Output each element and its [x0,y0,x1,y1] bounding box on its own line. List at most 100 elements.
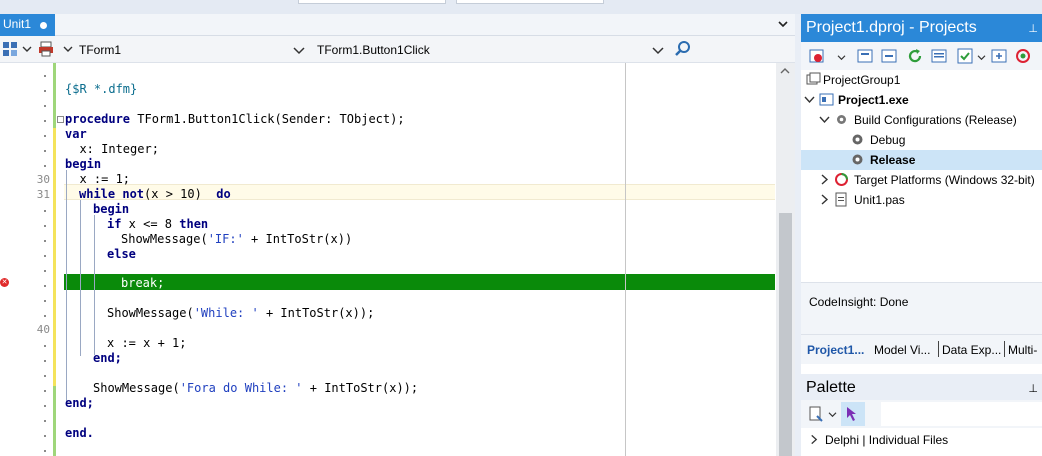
chevron-down-icon[interactable] [63,45,73,53]
code-text: (x > 10) [144,187,217,201]
gutter-dot [44,75,46,77]
class-selector-combo[interactable]: TForm1 [76,39,309,60]
chevron-down-icon[interactable] [22,45,32,53]
gutter-dot [44,450,46,452]
chevron-right-icon[interactable] [819,174,830,185]
add-icon[interactable] [857,48,873,64]
gutter-dot [44,105,46,107]
chevron-down-icon[interactable] [977,54,986,61]
gear-icon [852,154,863,165]
code-area[interactable]: 30 31 40 ✕ {$R *.dfm} procedure TForm1.B… [0,63,795,456]
tab-data-explorer[interactable]: Data Exp... [942,343,1002,357]
method-selector-value: TForm1.Button1Click [317,43,430,57]
chevron-down-icon[interactable] [828,411,837,418]
tab-list-chevron-icon[interactable] [777,18,789,30]
fold-toggle-icon[interactable] [57,116,64,123]
tree-item-unit1-pas[interactable]: Unit1.pas [801,190,1042,210]
tree-item-label: Unit1.pas [854,193,905,207]
gutter-dot [44,165,46,167]
code-line-showmessage: ShowMessage('While: ' + IntToStr(x)); [107,306,374,320]
right-margin-line [625,63,626,456]
tab-model-view[interactable]: Model Vi... [874,343,936,357]
chevron-down-icon[interactable] [292,43,306,57]
editor-tab-bar: Unit1 [0,14,795,36]
code-text: ShowMessage( [121,232,208,246]
pointer-tool-button[interactable] [841,402,865,426]
keyword: do [216,187,231,201]
tree-item-project-exe[interactable]: Project1.exe [801,90,1042,110]
code-text: ShowMessage( [93,381,180,395]
tab-project[interactable]: Project1... [807,343,871,357]
gutter-dot [44,390,46,392]
tree-item-projectgroup[interactable]: ProjectGroup1 [801,70,1042,90]
projects-title-bar: Project1.dproj - Projects ⊥ [801,14,1042,42]
code-text: + IntToStr(x)); [258,306,375,320]
expand-icon[interactable] [991,48,1007,64]
gutter-dot [44,420,46,422]
gutter-dot [44,375,46,377]
string-literal: 'While: ' [193,306,259,320]
scroll-up-arrow-icon[interactable] [780,67,790,75]
tree-item-target-platforms[interactable]: Target Platforms (Windows 32-bit) [801,170,1042,190]
gutter-dot [44,300,46,302]
new-item-icon[interactable] [808,406,824,422]
breakpoint-error-icon[interactable]: ✕ [0,278,9,287]
gutter-dot [44,315,46,317]
gear-icon [837,115,846,124]
top-combo-right[interactable] [456,0,604,4]
block-guide [66,170,67,404]
projects-toolbar [801,42,1042,70]
keyword: while [79,187,116,201]
class-selector-value: TForm1 [79,43,121,57]
palette-search-box[interactable] [881,402,1042,426]
code-line-end: end; [93,351,122,365]
gutter-dot [44,435,46,437]
print-icon[interactable] [38,41,54,57]
tree-item-release[interactable]: Release [801,150,1042,170]
codeinsight-status-text: CodeInsight: Done [809,295,909,309]
tab-unit1[interactable]: Unit1 [0,14,55,36]
tab-separator [1004,341,1005,357]
structure-view-icon[interactable] [2,41,18,57]
refresh-icon[interactable] [907,48,923,64]
code-line-if: if x <= 8 then [107,217,208,231]
gutter-dot [44,345,46,347]
tree-item-build-configurations[interactable]: Build Configurations (Release) [801,110,1042,130]
search-icon[interactable] [674,40,692,58]
exe-icon [819,93,834,106]
code-line-procedure: procedure TForm1.Button1Click(Sender: TO… [65,112,405,126]
tree-item-debug[interactable]: Debug [801,130,1042,150]
chevron-down-icon[interactable] [819,114,830,125]
chevron-down-icon[interactable] [837,54,846,61]
scrollbar-thumb[interactable] [779,213,792,456]
pin-icon[interactable]: ⊥ [1028,382,1038,395]
palette-title: Palette [806,379,856,396]
editor-navigation-bar: TForm1 TForm1.Button1Click [0,36,795,63]
chevron-right-icon[interactable] [809,434,819,445]
sync-icon[interactable] [931,48,947,64]
target-platform-icon[interactable] [1015,48,1031,64]
gutter-dot [44,255,46,257]
code-line-end-final: end. [65,426,94,440]
line-number: 31 [36,188,50,201]
palette-category-row[interactable]: Delphi | Individual Files [801,428,1042,456]
code-editor-pane: Unit1 TForm1 TForm1.Button1Click 30 31 4… [0,14,795,456]
gear-icon [852,134,863,145]
remove-icon[interactable] [881,48,897,64]
code-line-begin: begin [93,202,130,216]
options-icon[interactable] [957,48,973,64]
string-literal: 'Fora do While: ' [179,381,303,395]
method-selector-combo[interactable]: TForm1.Button1Click [314,39,668,60]
tab-multi-device[interactable]: Multi- [1008,343,1042,357]
activate-icon[interactable] [809,48,825,64]
pin-icon[interactable]: ⊥ [1028,22,1038,35]
projects-pane: Project1.dproj - Projects ⊥ ProjectGroup… [801,14,1042,456]
target-platform-icon [835,173,848,186]
top-combo-left[interactable] [298,0,446,4]
chevron-right-icon[interactable] [819,194,830,205]
gutter-dot [44,360,46,362]
chevron-down-icon[interactable] [804,94,815,105]
block-guide [80,200,81,356]
chevron-down-icon[interactable] [651,43,665,57]
code-line-end: end; [65,396,94,410]
